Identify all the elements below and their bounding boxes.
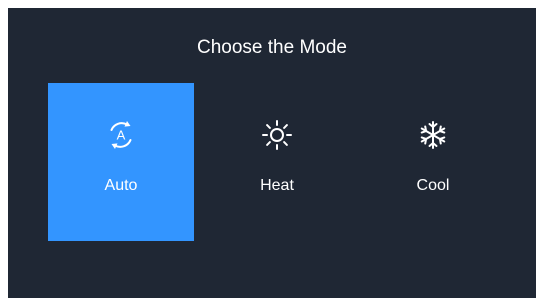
auto-icon-letter: A bbox=[117, 128, 126, 143]
mode-label-heat: Heat bbox=[260, 177, 294, 194]
mode-label-auto: Auto bbox=[104, 177, 138, 194]
mode-option-auto[interactable]: A Auto bbox=[48, 83, 194, 241]
mode-label-cool: Cool bbox=[416, 177, 450, 194]
mode-option-cool[interactable]: Cool bbox=[360, 83, 506, 241]
sun-icon bbox=[262, 120, 292, 150]
mode-selection-screen: Choose the Mode A Auto Heat Cool bbox=[8, 8, 536, 298]
auto-cycle-icon: A bbox=[110, 121, 132, 149]
page-title: Choose the Mode bbox=[197, 37, 347, 58]
snowflake-icon bbox=[420, 121, 446, 149]
mode-option-heat[interactable]: Heat bbox=[204, 83, 350, 241]
